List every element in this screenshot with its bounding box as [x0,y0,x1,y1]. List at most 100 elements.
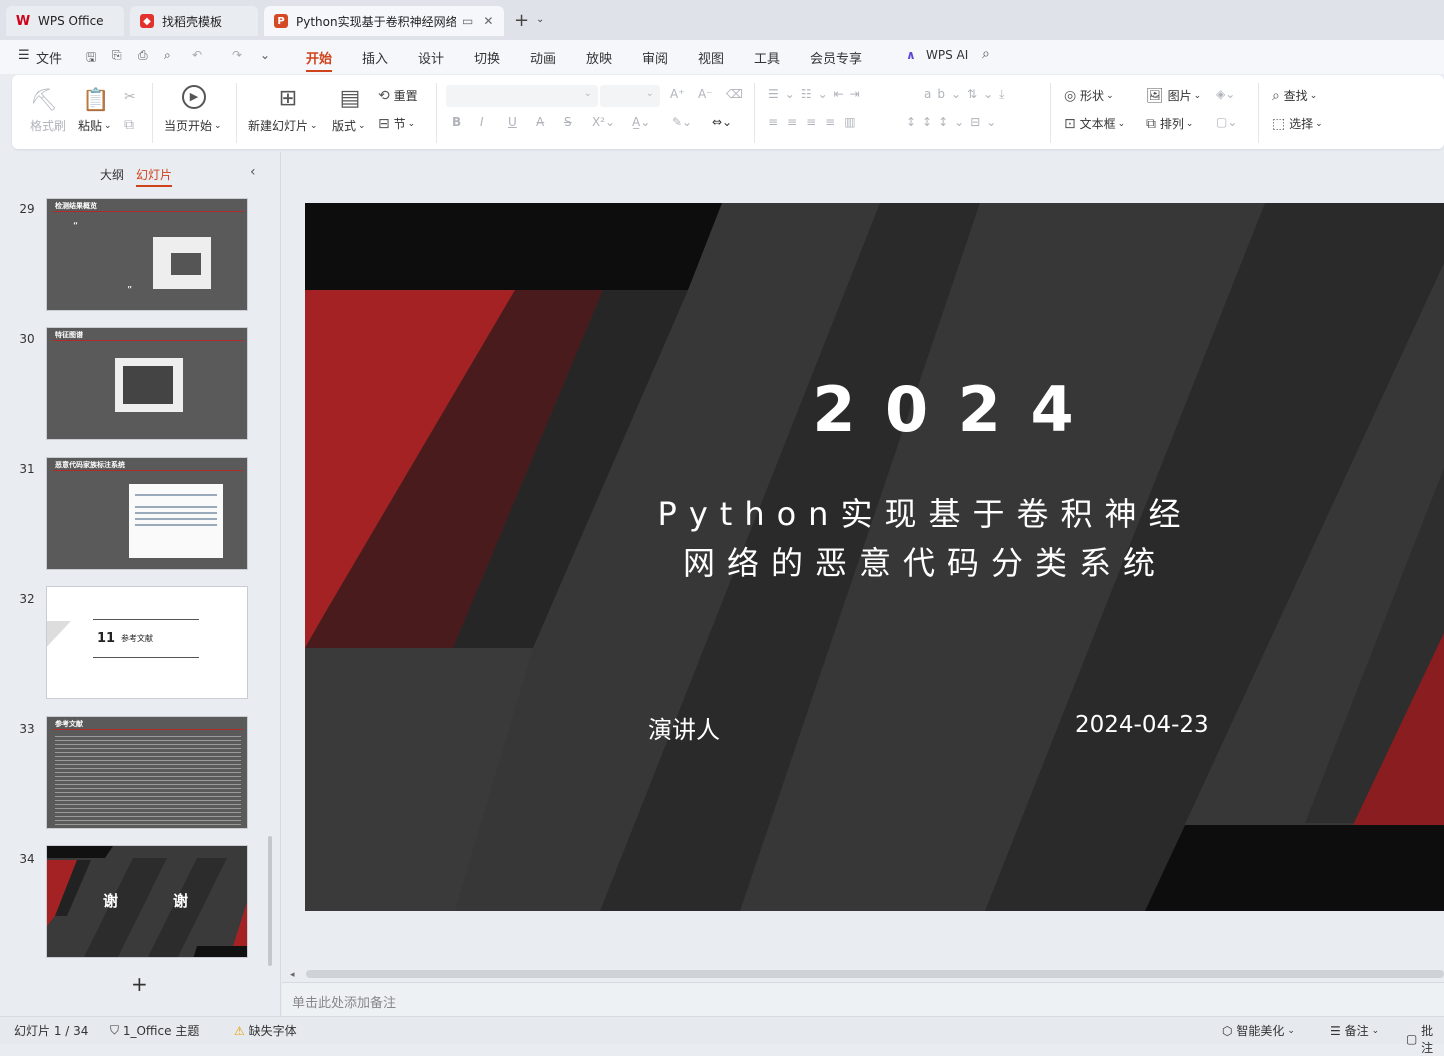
select-button[interactable]: ⬚ 选择 ⌄ [1272,115,1323,132]
highlight-icon[interactable]: ✎⌄ [672,115,692,129]
fill-icon[interactable]: ◈⌄ [1216,87,1235,101]
bold-icon[interactable]: B [452,115,461,129]
print-icon[interactable]: ⎙ [138,48,148,63]
slide-thumb-30[interactable]: 特征图谱 [46,327,248,440]
undo-icon[interactable]: ↶ [192,48,202,62]
paste-label[interactable]: 粘贴 ⌄ [78,117,112,134]
text-direction-icons[interactable]: ab⌄⇅⌄⤓ [924,87,1010,102]
chevron-down-icon[interactable]: ⌄ [536,14,544,25]
thumb-number: 29 [19,202,35,216]
underline-icon[interactable]: U [508,115,517,129]
shape-button[interactable]: ◎ 形状 ⌄ [1064,87,1114,104]
missing-font-text: 缺失字体 [248,1024,297,1038]
horizontal-scrollbar[interactable] [306,970,1444,978]
notes-button[interactable]: ☰ 备注 ⌄ [1330,1022,1379,1039]
strike-icon[interactable]: A̶ [536,115,544,129]
align-icons[interactable]: ≡≡≡≡▥ [768,115,865,129]
menu-member[interactable]: 会员专享 [810,48,862,67]
beautify-button[interactable]: ⬡ 智能美化 ⌄ [1222,1022,1295,1039]
notes-pane[interactable]: 单击此处添加备注 [282,982,1444,1016]
slide-thumb-31[interactable]: 恶意代码家族标注系统 [46,457,248,570]
copy-icon[interactable]: ⧉ [124,117,134,133]
title-tab-bar: W WPS Office ◆ 找稻壳模板 P Python实现基于卷积神经网络 … [0,0,1444,40]
from-current-button[interactable]: ▶ [182,85,206,109]
menu-transition[interactable]: 切换 [474,48,500,67]
comments-button[interactable]: ▢ 批注 [1406,1022,1444,1056]
shadow-icon[interactable]: S̶ [564,115,572,129]
tab-outline[interactable]: 大纲 [100,166,124,183]
from-current-label[interactable]: 当页开始 ⌄ [164,117,222,134]
preview-icon[interactable]: ⌕ [164,48,171,63]
menu-insert[interactable]: 插入 [362,48,388,67]
layout-button[interactable]: ▤ [336,85,364,113]
spacing-icons[interactable]: ↕↕↕⌄⊟⌄ [906,115,1002,129]
layout-label[interactable]: 版式 ⌄ [332,117,366,134]
thumb-number: 32 [19,592,35,606]
new-slide-label[interactable]: 新建幻灯片 ⌄ [248,117,318,134]
superscript-icon[interactable]: X²⌄ [592,115,615,129]
font-family-select[interactable]: ⌄ [446,85,598,107]
new-slide-button[interactable]: ⊞ [274,85,302,113]
menu-view[interactable]: 视图 [698,48,724,67]
menu-wps-ai[interactable]: WPS AI [926,48,968,62]
slide-panel: 大纲 幻灯片 ‹ 29 检测结果概览 “ ” 30 特征图谱 31 恶意代码家族… [0,152,281,1016]
slide-thumb-29[interactable]: 检测结果概览 “ ” [46,198,248,311]
section-button[interactable]: ⊟ 节 ⌄ [378,115,415,132]
reset-button[interactable]: ⟲ 重置 [378,87,418,104]
scroll-left-icon[interactable]: ◂ [290,970,295,980]
slide-thumb-33[interactable]: 参考文献 [46,716,248,829]
clear-format-icon[interactable]: ⌫ [726,87,743,101]
slide-title-line1[interactable]: Python实现基于卷积神经 [645,489,1205,535]
slide-presenter[interactable]: 演讲人 [648,710,720,745]
tab-slides[interactable]: 幻灯片 [136,166,173,187]
italic-icon[interactable]: I [480,115,484,129]
export-icon[interactable]: ⎘ [112,48,122,63]
menu-review[interactable]: 审阅 [642,48,668,67]
save-icon[interactable]: 🖫 [86,48,96,69]
char-spacing-icon[interactable]: ⇔⌄ [712,115,732,129]
paste-button[interactable]: 📋 [82,87,110,115]
menu-design[interactable]: 设计 [418,48,444,67]
from-current-text: 当页开始 [164,119,213,133]
slide-thumb-32[interactable]: 11 参考文献 [46,586,248,699]
tab-wps-office[interactable]: W WPS Office [6,6,124,36]
arrange-button[interactable]: ⧉ 排列 ⌄ [1146,115,1193,132]
slide-date[interactable]: 2024-04-23 [1075,712,1209,738]
slide-year[interactable]: 2 0 2 4 [795,373,1095,446]
hamburger-icon[interactable]: ☰ [18,48,30,63]
font-size-select[interactable]: ⌄ [600,85,660,107]
arrange-text: 排列 [1159,117,1184,131]
menu-file[interactable]: 文件 [36,48,62,67]
panel-scrollbar[interactable] [268,836,272,966]
wps-ai-icon: ∧ [906,48,916,62]
menu-home[interactable]: 开始 [306,48,333,72]
menu-animation[interactable]: 动画 [530,48,556,67]
theme-indicator[interactable]: ⛉ 1_Office 主题 [110,1022,199,1039]
grow-font-icon[interactable]: A⁺ [670,87,685,101]
new-tab-icon[interactable]: + [514,10,529,31]
missing-font-indicator[interactable]: ⚠ 缺失字体 [234,1022,297,1039]
picture-button[interactable]: 🖼 图片 ⌄ [1146,87,1201,104]
slide-title-line2[interactable]: 网络的恶意代码分类系统 [645,538,1205,584]
add-slide-icon[interactable]: + [131,972,148,996]
tab-template[interactable]: ◆ 找稻壳模板 [130,6,258,36]
more-chevron-icon[interactable]: ⌄ [260,48,270,62]
menu-slideshow[interactable]: 放映 [586,48,612,67]
find-button[interactable]: ⌕ 查找 ⌄ [1272,87,1317,104]
list-icons[interactable]: ☰⌄☷⌄⇤⇥ [768,87,866,101]
font-color-icon[interactable]: A̲⌄ [632,115,650,129]
format-painter-button[interactable]: ⛏ [30,87,58,115]
menu-tools[interactable]: 工具 [754,48,780,67]
cut-icon[interactable]: ✂ [124,89,136,105]
shrink-font-icon[interactable]: A⁻ [698,87,713,101]
textbox-button[interactable]: ⊡ 文本框 ⌄ [1064,115,1125,132]
slide-thumb-34[interactable]: 谢 谢 [46,845,248,958]
collapse-panel-icon[interactable]: ‹ [250,164,256,180]
current-slide[interactable]: 2 0 2 4 Python实现基于卷积神经 网络的恶意代码分类系统 演讲人 2… [305,203,1444,911]
outline-icon[interactable]: ▢⌄ [1216,115,1237,129]
tab-document[interactable]: P Python实现基于卷积神经网络 ▭ ✕ [264,6,504,36]
close-icon[interactable]: ✕ [483,14,493,28]
notes-placeholder[interactable]: 单击此处添加备注 [292,992,396,1011]
redo-icon[interactable]: ↷ [232,48,242,62]
search-icon[interactable]: ⌕ [982,46,990,62]
